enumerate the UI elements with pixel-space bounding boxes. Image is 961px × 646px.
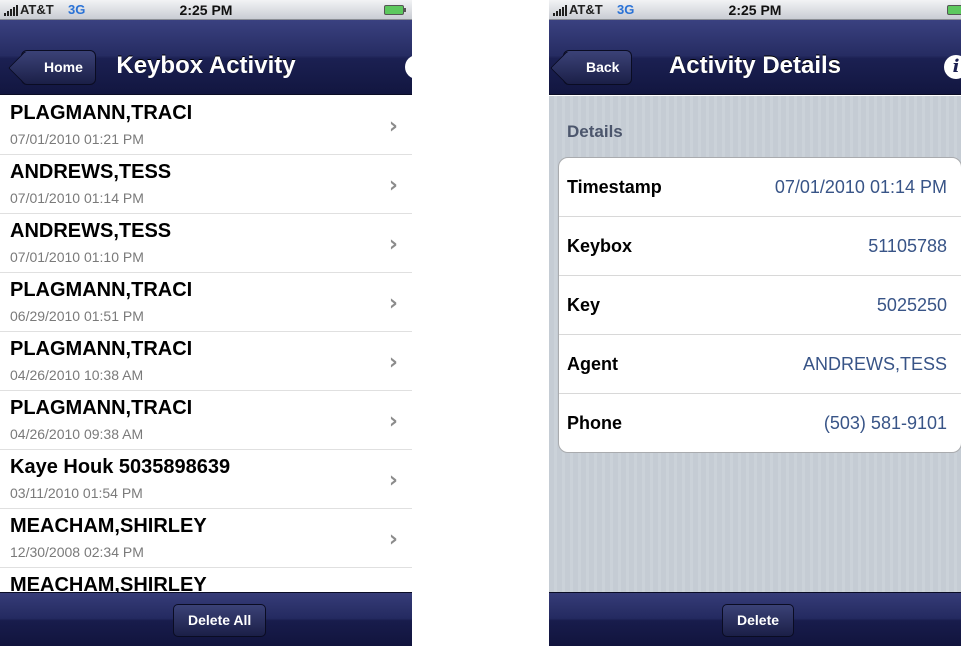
detail-value: (503) 581-9101 <box>823 413 947 433</box>
activity-date: 07/01/2010 01:14 PM <box>10 190 144 206</box>
status-bar: AT&T 3G 2:25 PM <box>0 0 412 20</box>
list-item[interactable]: PLAGMANN,TRACI 04/26/2010 10:38 AM › <box>0 332 412 391</box>
battery-icon <box>384 5 406 15</box>
list-item[interactable]: ANDREWS,TESS 07/01/2010 01:14 PM › <box>0 155 412 214</box>
chevron-right-icon: › <box>388 232 398 257</box>
detail-value: 5025250 <box>876 295 947 315</box>
agent-name: PLAGMANN,TRACI <box>10 338 193 360</box>
list-item[interactable]: MEACHAM,SHIRLEY › <box>0 568 412 592</box>
agent-name: PLAGMANN,TRACI <box>10 102 193 124</box>
activity-date: 04/26/2010 09:38 AM <box>10 426 144 442</box>
chevron-right-icon: › <box>388 173 398 198</box>
detail-label: Key <box>567 295 601 315</box>
status-bar: AT&T 3G 2:25 PM <box>549 0 961 20</box>
delete-label: Delete <box>737 612 780 628</box>
activity-date: 07/01/2010 01:10 PM <box>10 249 144 265</box>
detail-row-keybox: Keybox 51105788 <box>559 217 961 276</box>
details-table: Timestamp 07/01/2010 01:14 PM Keybox 511… <box>558 157 961 453</box>
delete-all-label: Delete All <box>188 612 252 628</box>
info-icon[interactable]: i <box>944 55 961 79</box>
detail-value: 51105788 <box>868 236 947 256</box>
detail-label: Timestamp <box>567 177 662 197</box>
chevron-right-icon: › <box>388 114 398 139</box>
chevron-right-icon: › <box>388 409 398 434</box>
agent-name: PLAGMANN,TRACI <box>10 279 193 301</box>
agent-name: ANDREWS,TESS <box>10 220 172 242</box>
bottom-toolbar: Delete <box>549 592 961 646</box>
navigation-bar: Back Activity Details i <box>549 20 961 95</box>
list-item[interactable]: PLAGMANN,TRACI 04/26/2010 09:38 AM › <box>0 391 412 450</box>
delete-all-button[interactable]: Delete All <box>173 604 267 637</box>
detail-row-phone[interactable]: Phone (503) 581-9101 <box>559 394 961 452</box>
activity-date: 04/26/2010 10:38 AM <box>10 367 144 383</box>
keybox-activity-screen: AT&T 3G 2:25 PM Home Keybox Activity i P… <box>0 0 412 646</box>
agent-name: MEACHAM,SHIRLEY <box>10 574 207 592</box>
list-item[interactable]: PLAGMANN,TRACI 06/29/2010 01:51 PM › <box>0 273 412 332</box>
list-item[interactable]: PLAGMANN,TRACI 07/01/2010 01:21 PM › <box>0 96 412 155</box>
section-header: Details <box>567 122 623 141</box>
list-item[interactable]: ANDREWS,TESS 07/01/2010 01:10 PM › <box>0 214 412 273</box>
battery-icon <box>947 5 961 15</box>
page-title: Keybox Activity <box>116 52 296 79</box>
list-item[interactable]: MEACHAM,SHIRLEY 12/30/2008 02:34 PM › <box>0 509 412 568</box>
bottom-toolbar: Delete All <box>0 592 412 646</box>
agent-name: PLAGMANN,TRACI <box>10 397 193 419</box>
chevron-right-icon: › <box>388 291 398 316</box>
detail-row-key: Key 5025250 <box>559 276 961 335</box>
agent-name: Kaye Houk 5035898639 <box>10 456 231 478</box>
chevron-right-icon: › <box>388 468 398 493</box>
activity-date: 03/11/2010 01:54 PM <box>10 485 143 501</box>
activity-details-screen: AT&T 3G 2:25 PM Back Activity Details i … <box>549 0 961 646</box>
detail-value: 07/01/2010 01:14 PM <box>774 177 947 197</box>
activity-date: 12/30/2008 02:34 PM <box>10 544 144 560</box>
navigation-bar: Home Keybox Activity i <box>0 20 412 95</box>
activity-list: PLAGMANN,TRACI 07/01/2010 01:21 PM › AND… <box>0 96 412 592</box>
detail-label: Keybox <box>567 236 633 256</box>
status-time: 2:25 PM <box>179 2 233 18</box>
list-item[interactable]: Kaye Houk 5035898639 03/11/2010 01:54 PM… <box>0 450 412 509</box>
agent-name: ANDREWS,TESS <box>10 161 172 183</box>
detail-row-agent[interactable]: Agent ANDREWS,TESS <box>559 335 961 394</box>
detail-label: Phone <box>567 413 623 433</box>
status-time: 2:25 PM <box>728 2 782 18</box>
activity-date: 07/01/2010 01:21 PM <box>10 131 144 147</box>
details-background: Details Timestamp 07/01/2010 01:14 PM Ke… <box>549 96 961 592</box>
page-title: Activity Details <box>668 52 842 79</box>
activity-date: 06/29/2010 01:51 PM <box>10 308 144 324</box>
delete-button[interactable]: Delete <box>722 604 795 637</box>
detail-label: Agent <box>567 354 618 374</box>
agent-name: MEACHAM,SHIRLEY <box>10 515 207 537</box>
chevron-right-icon: › <box>388 527 398 552</box>
chevron-right-icon: › <box>388 350 398 375</box>
detail-row-timestamp: Timestamp 07/01/2010 01:14 PM <box>559 158 961 217</box>
detail-value: ANDREWS,TESS <box>802 354 947 374</box>
